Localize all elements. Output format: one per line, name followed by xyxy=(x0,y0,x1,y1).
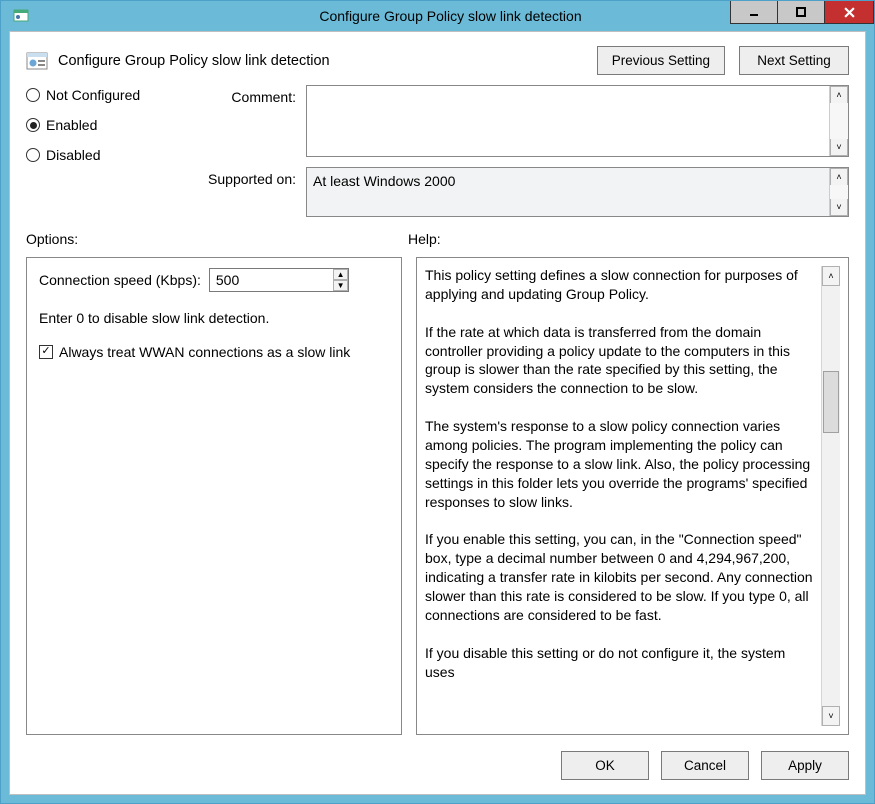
scroll-up-icon[interactable]: ˄ xyxy=(830,168,848,185)
state-row: Not Configured Enabled Disabled Comment: xyxy=(26,85,849,217)
next-setting-button[interactable]: Next Setting xyxy=(739,46,849,75)
speed-spinner[interactable]: ▲ ▼ xyxy=(333,269,348,291)
scroll-thumb[interactable] xyxy=(823,371,839,433)
apply-button[interactable]: Apply xyxy=(761,751,849,780)
scroll-down-icon[interactable]: ˅ xyxy=(830,199,848,216)
help-scrollbar[interactable]: ˄ ˅ xyxy=(821,266,840,726)
fields-column: Comment: ˄ ˅ Supported on: At least xyxy=(202,85,849,217)
options-note: Enter 0 to disable slow link detection. xyxy=(39,310,389,326)
comment-field: Comment: ˄ ˅ xyxy=(202,85,849,157)
radio-disabled[interactable]: Disabled xyxy=(26,147,196,163)
main-row: Connection speed (Kbps): ▲ ▼ Enter 0 to … xyxy=(26,257,849,735)
help-panel: This policy setting defines a slow conne… xyxy=(416,257,849,735)
dialog-footer: OK Cancel Apply xyxy=(26,745,849,780)
wwan-checkbox-row[interactable]: Always treat WWAN connections as a slow … xyxy=(39,344,389,360)
checkbox-icon xyxy=(39,345,53,359)
supported-scrollbar[interactable]: ˄ ˅ xyxy=(829,168,848,216)
nav-buttons: Previous Setting Next Setting xyxy=(597,46,849,75)
client-area: Configure Group Policy slow link detecti… xyxy=(9,31,866,795)
speed-label: Connection speed (Kbps): xyxy=(39,272,201,288)
policy-header: Configure Group Policy slow link detecti… xyxy=(26,46,849,75)
supported-field: Supported on: At least Windows 2000 ˄ ˅ xyxy=(202,167,849,217)
section-labels: Options: Help: xyxy=(26,231,849,247)
help-text[interactable]: This policy setting defines a slow conne… xyxy=(425,266,821,726)
speed-option: Connection speed (Kbps): ▲ ▼ xyxy=(39,268,389,292)
options-panel: Connection speed (Kbps): ▲ ▼ Enter 0 to … xyxy=(26,257,402,735)
spin-up-icon[interactable]: ▲ xyxy=(333,269,348,280)
scroll-down-icon[interactable]: ˅ xyxy=(822,706,840,726)
maximize-button[interactable] xyxy=(777,1,825,24)
radio-label: Disabled xyxy=(46,147,100,163)
policy-name: Configure Group Policy slow link detecti… xyxy=(58,53,587,69)
titlebar[interactable]: Configure Group Policy slow link detecti… xyxy=(9,1,866,31)
comment-scrollbar[interactable]: ˄ ˅ xyxy=(829,86,848,156)
ok-button[interactable]: OK xyxy=(561,751,649,780)
previous-setting-button[interactable]: Previous Setting xyxy=(597,46,725,75)
scroll-up-icon[interactable]: ˄ xyxy=(830,86,848,103)
supported-label: Supported on: xyxy=(202,167,296,217)
radio-icon xyxy=(26,88,40,102)
radio-not-configured[interactable]: Not Configured xyxy=(26,87,196,103)
radio-label: Enabled xyxy=(46,117,97,133)
supported-box: At least Windows 2000 ˄ ˅ xyxy=(306,167,849,217)
cancel-button[interactable]: Cancel xyxy=(661,751,749,780)
radio-enabled[interactable]: Enabled xyxy=(26,117,196,133)
window-frame: Configure Group Policy slow link detecti… xyxy=(1,1,874,803)
speed-input[interactable]: ▲ ▼ xyxy=(209,268,349,292)
policy-app-icon xyxy=(13,8,29,24)
options-label: Options: xyxy=(26,231,402,247)
radio-icon xyxy=(26,148,40,162)
wwan-label: Always treat WWAN connections as a slow … xyxy=(59,344,350,360)
dialog-window: Configure Group Policy slow link detecti… xyxy=(0,0,875,804)
speed-value-field[interactable] xyxy=(210,269,333,291)
comment-input[interactable]: ˄ ˅ xyxy=(306,85,849,157)
supported-value: At least Windows 2000 xyxy=(313,172,826,190)
policy-icon xyxy=(26,50,48,72)
scroll-track[interactable] xyxy=(822,286,840,706)
scroll-down-icon[interactable]: ˅ xyxy=(830,139,848,156)
spin-down-icon[interactable]: ▼ xyxy=(333,280,348,291)
close-button[interactable] xyxy=(824,1,874,24)
window-controls xyxy=(730,1,874,24)
help-label: Help: xyxy=(408,231,441,247)
comment-label: Comment: xyxy=(202,85,296,157)
scroll-up-icon[interactable]: ˄ xyxy=(822,266,840,286)
radio-icon xyxy=(26,118,40,132)
state-column: Not Configured Enabled Disabled xyxy=(26,85,196,217)
radio-label: Not Configured xyxy=(46,87,140,103)
minimize-button[interactable] xyxy=(730,1,778,24)
